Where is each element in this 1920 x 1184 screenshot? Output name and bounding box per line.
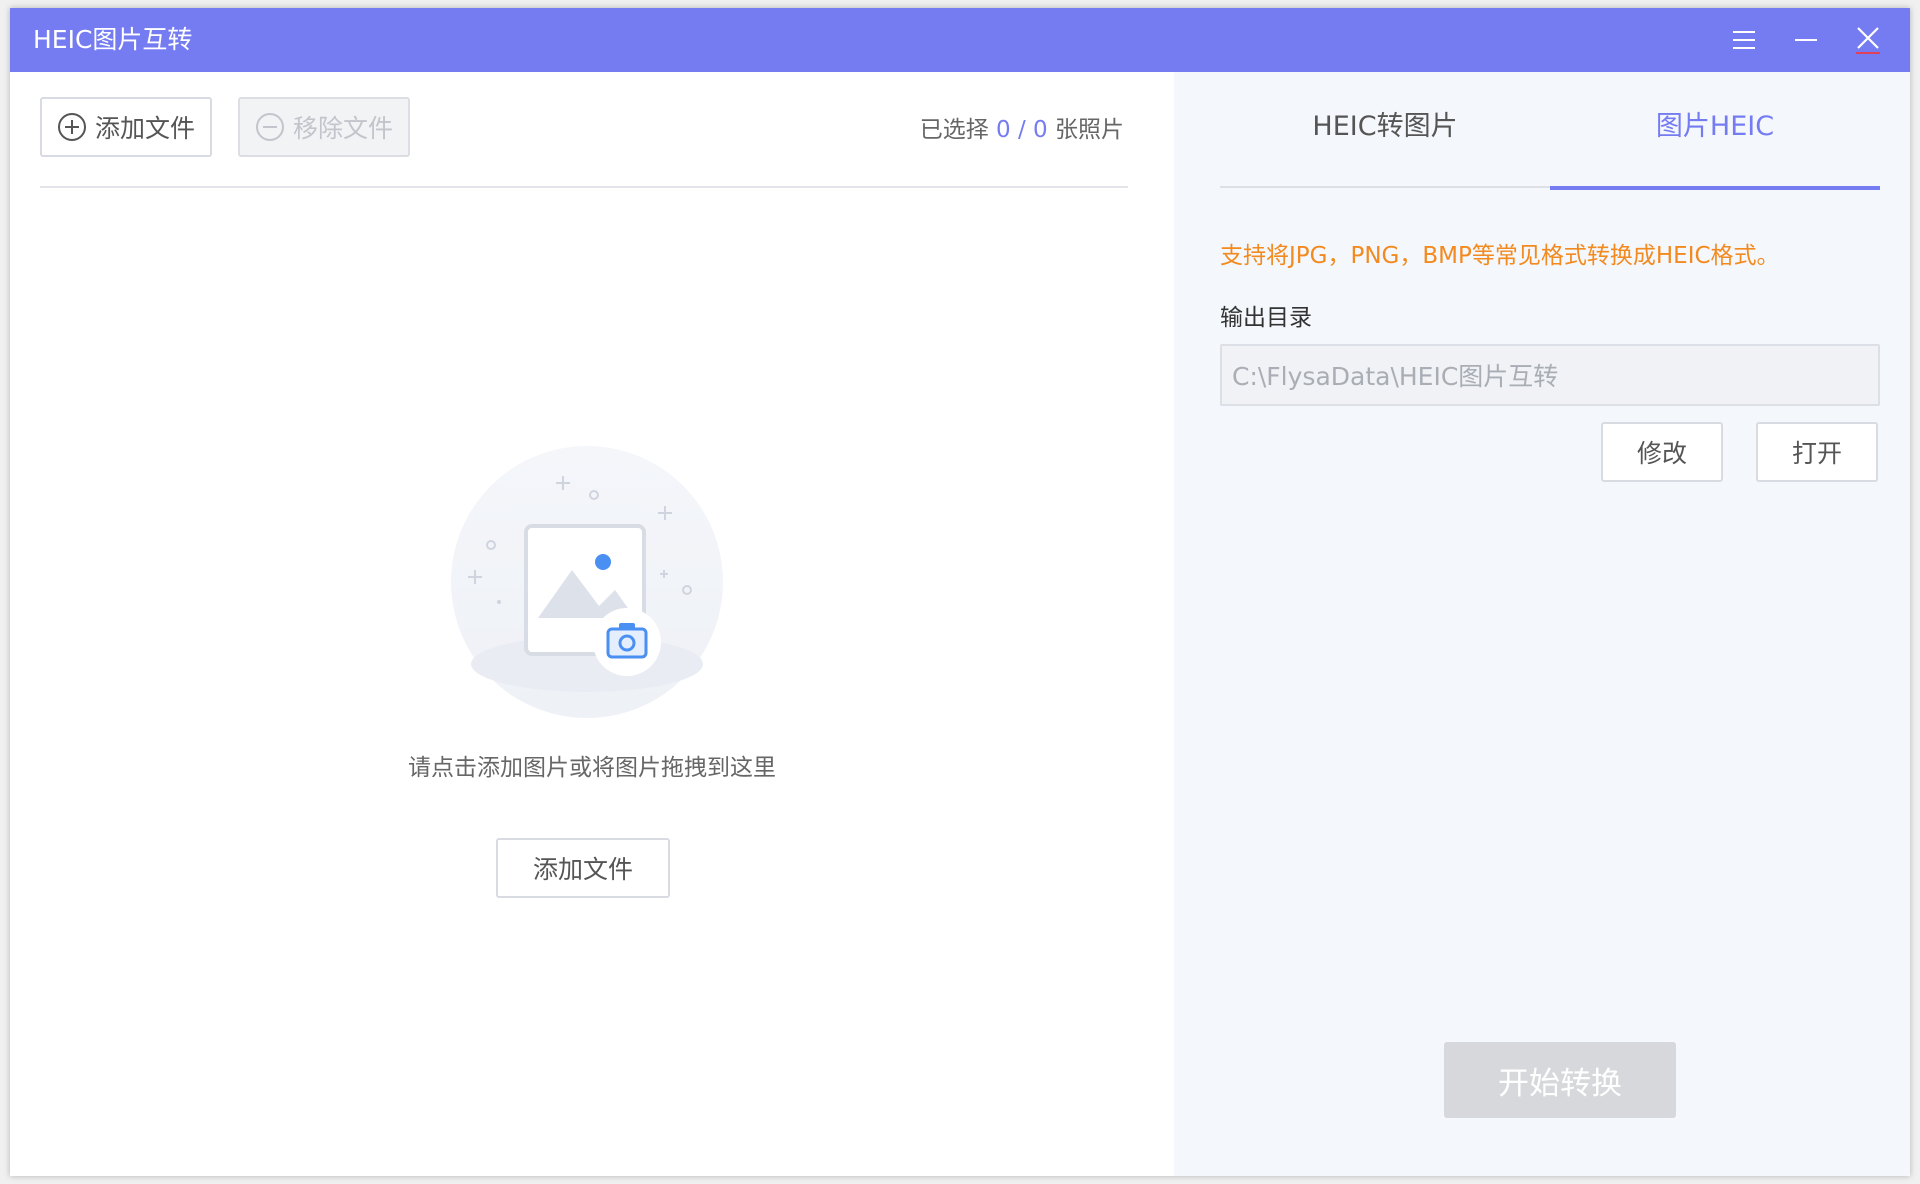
add-file-button[interactable]: 添加文件	[40, 97, 212, 157]
mode-tabs: HEIC转图片 图片HEIC	[1220, 72, 1880, 190]
close-icon	[1856, 27, 1880, 54]
file-list-pane: 添加文件 移除文件 已选择 0 / 0 张照片 请点击添加图片或将图片拖拽到这里…	[10, 72, 1174, 1176]
tab-image-to-heic[interactable]: 图片HEIC	[1550, 72, 1880, 190]
modify-button[interactable]: 修改	[1601, 422, 1723, 482]
selection-separator: /	[1017, 117, 1026, 143]
minimize-icon	[1795, 39, 1817, 41]
output-dir-label: 输出目录	[1220, 305, 1312, 331]
minus-circle-icon	[255, 113, 284, 141]
selection-prefix: 已选择	[919, 117, 989, 143]
selection-suffix: 张照片	[1055, 117, 1124, 143]
output-dir-field[interactable]	[1220, 344, 1880, 406]
menu-icon	[1733, 31, 1755, 49]
divider	[40, 186, 1128, 188]
app-window: HEIC图片互转 添加文件 移除文件 已选择 0 / 0 张照片 请点击添加图片…	[10, 8, 1910, 1176]
close-button[interactable]	[1846, 18, 1890, 62]
image-camera-icon	[451, 446, 723, 718]
modify-label: 修改	[1636, 439, 1687, 468]
tab-heic-to-image[interactable]: HEIC转图片	[1220, 72, 1550, 188]
add-file-center-button[interactable]: 添加文件	[496, 838, 670, 898]
plus-circle-icon	[57, 113, 86, 141]
add-file-center-label: 添加文件	[532, 855, 633, 884]
remove-file-button[interactable]: 移除文件	[238, 97, 410, 157]
empty-state-message: 请点击添加图片或将图片拖拽到这里	[408, 755, 776, 781]
app-title: HEIC图片互转	[33, 25, 193, 54]
minimize-button[interactable]	[1784, 18, 1828, 62]
selection-selected: 0	[996, 117, 1011, 143]
format-notice: 支持将JPG，PNG，BMP等常见格式转换成HEIC格式。	[1220, 243, 1780, 269]
start-convert-label: 开始转换	[1498, 1065, 1622, 1102]
settings-pane: HEIC转图片 图片HEIC 支持将JPG，PNG，BMP等常见格式转换成HEI…	[1174, 72, 1910, 1176]
selection-total: 0	[1033, 117, 1048, 143]
selection-count: 已选择 0 / 0 张照片	[920, 110, 1124, 144]
menu-button[interactable]	[1722, 18, 1766, 62]
open-label: 打开	[1791, 439, 1842, 468]
start-convert-button[interactable]: 开始转换	[1444, 1042, 1676, 1118]
add-file-label: 添加文件	[94, 114, 195, 143]
open-button[interactable]: 打开	[1756, 422, 1878, 482]
title-bar: HEIC图片互转	[10, 8, 1910, 72]
remove-file-label: 移除文件	[292, 114, 393, 143]
